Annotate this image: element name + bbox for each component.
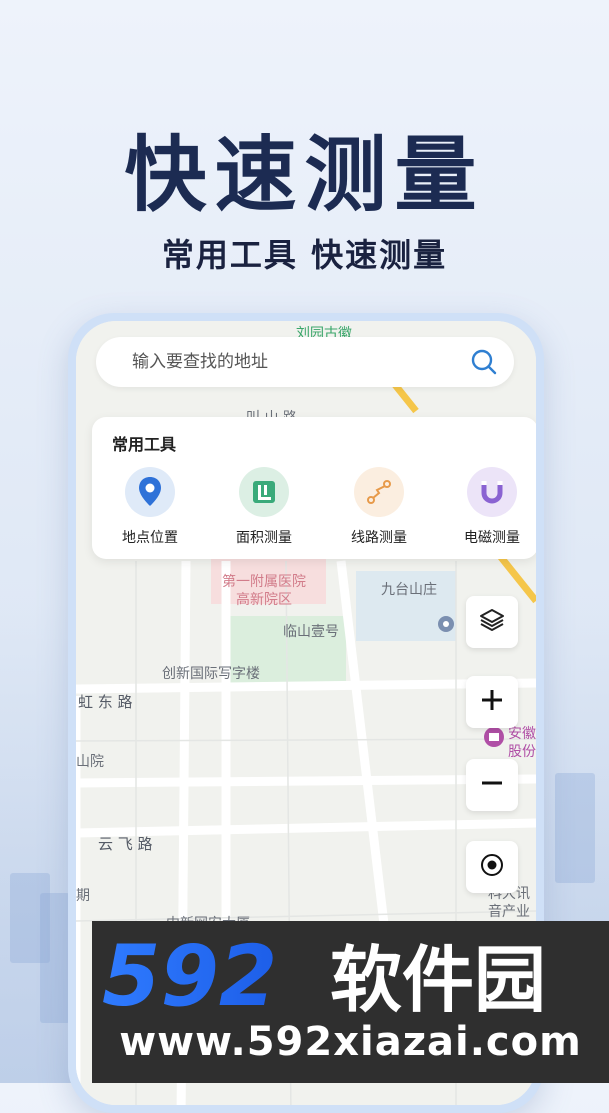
bg-building [40, 893, 70, 1023]
tool-label: 地点位置 [122, 530, 178, 546]
tool-label: 电磁测量 [464, 530, 520, 546]
watermark-brand-text: 软件园 [330, 938, 546, 1019]
watermark-logo: 592 软件园 [98, 927, 608, 1025]
tools-panel: 常用工具 地点位置 面积测量 线路测量 电磁测量 [92, 417, 536, 559]
map-label: 山院 [76, 754, 104, 770]
zoom-in-button[interactable] [466, 676, 518, 728]
hero-subtitle: 常用工具 快速测量 [161, 236, 448, 274]
watermark-brand-number: 592 [102, 933, 277, 1019]
search-bar[interactable] [96, 337, 514, 387]
layers-button[interactable] [466, 596, 518, 648]
area-grid-icon [239, 467, 289, 517]
map-label: 第一附属医院 [222, 574, 306, 590]
watermark-banner: 592 软件园 www.592xiazai.com [92, 921, 609, 1083]
map-label: 高新院区 [236, 592, 292, 608]
search-input[interactable] [130, 351, 470, 373]
tool-label: 线路测量 [351, 530, 407, 546]
bg-building [555, 773, 595, 883]
map-label: 九台山庄 [381, 582, 437, 598]
plus-icon [479, 687, 505, 717]
route-line-icon [354, 467, 404, 517]
locate-button[interactable] [466, 841, 518, 893]
tools-title: 常用工具 [112, 435, 177, 454]
map-label: 股份 [508, 744, 536, 760]
map-label: 期 [76, 888, 90, 904]
tool-area[interactable]: 面积测量 [214, 467, 314, 547]
minus-icon [479, 770, 505, 800]
tool-location[interactable]: 地点位置 [100, 467, 200, 547]
map-label: 创新国际写字楼 [162, 666, 260, 682]
tool-route[interactable]: 线路测量 [329, 467, 429, 547]
zoom-out-button[interactable] [466, 759, 518, 811]
magnet-icon [467, 467, 517, 517]
tool-electromagnetic[interactable]: 电磁测量 [442, 467, 536, 547]
tool-label: 面积测量 [236, 530, 292, 546]
search-icon[interactable] [470, 348, 498, 376]
hero-title: 快速测量 [124, 127, 485, 223]
locate-icon [479, 852, 505, 882]
location-pin-icon [125, 467, 175, 517]
map-label: 临山壹号 [283, 624, 339, 640]
map-label: 音产业 [488, 904, 530, 920]
map-label: 云 飞 路 [98, 835, 153, 853]
map-label: 虹 东 路 [78, 693, 133, 711]
layers-icon [479, 607, 505, 637]
watermark-url: www.592xiazai.com [119, 1019, 582, 1065]
